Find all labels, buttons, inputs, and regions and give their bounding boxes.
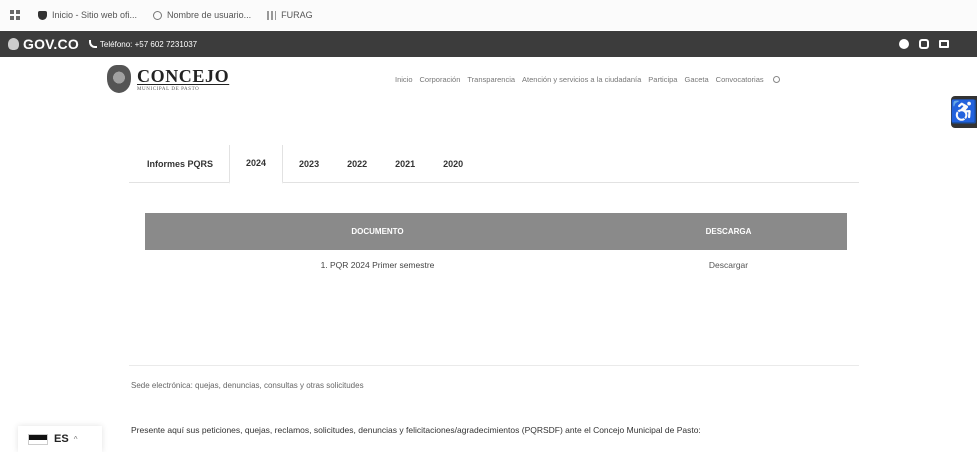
key-icon [153, 10, 163, 20]
logo-subtitle: MUNICIPAL DE PASTO [137, 86, 200, 92]
concejo-seal-icon [107, 65, 131, 93]
pqrsdf-intro-text: Presente aquí sus peticiones, quejas, re… [131, 425, 701, 435]
main-nav: Inicio Corporación Transparencia Atenció… [395, 75, 780, 84]
table-header: DOCUMENTO DESCARGA [145, 213, 847, 250]
site-header: CONCEJO MUNICIPAL DE PASTO Inicio Corpor… [0, 57, 977, 117]
gov-bar: GOV.CO Teléfono: +57 602 7231037 [0, 31, 977, 57]
chevron-up-icon: ^ [73, 434, 78, 444]
sede-electronica-text: Sede electrónica: quejas, denuncias, con… [131, 381, 364, 390]
tab-2023[interactable]: 2023 [299, 145, 319, 183]
phone-icon [88, 40, 97, 48]
tab-2021[interactable]: 2021 [395, 145, 415, 183]
bookmark-usuario[interactable]: Nombre de usuario... [153, 10, 251, 20]
facebook-icon[interactable] [899, 39, 909, 49]
bookmark-label: Nombre de usuario... [167, 10, 252, 20]
mail-icon[interactable] [939, 40, 949, 48]
phone-text: Teléfono: +57 602 7231037 [99, 39, 198, 49]
nav-convocatorias[interactable]: Convocatorias [716, 75, 764, 84]
govco-mark-icon [8, 38, 19, 50]
pqrs-tabs: Informes PQRS 2024 2023 2022 2021 2020 [129, 144, 859, 184]
language-code: ES [54, 433, 69, 445]
documents-table: DOCUMENTO DESCARGA 1. PQR 2024 Primer se… [145, 213, 847, 280]
column-header-documento: DOCUMENTO [351, 227, 404, 236]
wheelchair-icon: ♿ [950, 99, 977, 124]
govco-logo-text: GOV.CO [23, 36, 79, 52]
tab-2024[interactable]: 2024 [229, 144, 284, 184]
concejo-logo[interactable]: CONCEJO MUNICIPAL DE PASTO [107, 65, 229, 93]
instagram-icon[interactable] [919, 39, 929, 49]
bookmark-label: Inicio - Sitio web ofi... [52, 10, 138, 20]
govco-logo[interactable]: GOV.CO [8, 36, 79, 52]
bookmark-inicio[interactable]: Inicio - Sitio web ofi... [38, 10, 137, 20]
social-links [899, 39, 949, 49]
nav-gaceta[interactable]: Gaceta [684, 75, 708, 84]
flag-icon [28, 433, 48, 445]
column-header-descarga: DESCARGA [705, 227, 752, 236]
site-shield-icon [38, 10, 47, 20]
nav-atencion[interactable]: Atención y servicios a la ciudadanía [522, 75, 641, 84]
document-name: 1. PQR 2024 Primer semestre [320, 260, 435, 270]
divider [129, 365, 859, 366]
bookmarks-bar: Inicio - Sitio web ofi... Nombre de usua… [0, 0, 977, 30]
nav-inicio[interactable]: Inicio [395, 75, 413, 84]
tab-2022[interactable]: 2022 [347, 145, 367, 183]
nav-participa[interactable]: Participa [648, 75, 677, 84]
download-link[interactable]: Descargar [610, 260, 847, 270]
nav-transparencia[interactable]: Transparencia [467, 75, 515, 84]
furag-icon [267, 10, 277, 20]
apps-grid-icon[interactable] [10, 10, 20, 20]
bookmark-label: FURAG [281, 10, 313, 20]
tab-2020[interactable]: 2020 [443, 145, 463, 183]
logo-title: CONCEJO [137, 65, 230, 86]
nav-corporacion[interactable]: Corporación [420, 75, 461, 84]
search-icon[interactable] [772, 76, 780, 83]
language-selector[interactable]: ES ^ [18, 426, 102, 452]
tab-informes-pqrs[interactable]: Informes PQRS [147, 145, 213, 183]
table-row: 1. PQR 2024 Primer semestre Descargar [145, 250, 847, 280]
bookmark-furag[interactable]: FURAG [267, 10, 313, 20]
phone-contact: Teléfono: +57 602 7231037 [88, 39, 198, 49]
accessibility-button[interactable]: ♿ [950, 96, 977, 128]
